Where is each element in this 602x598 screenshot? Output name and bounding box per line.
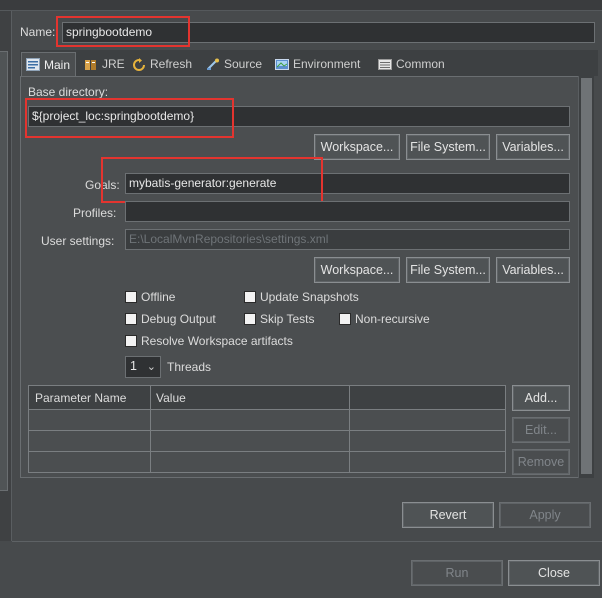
user-settings-input[interactable]: E:\LocalMvnRepositories\settings.xml	[125, 229, 570, 250]
left-panel-edge	[0, 11, 12, 541]
debug-output-label: Debug Output	[141, 312, 216, 326]
tab-main-label: Main	[44, 57, 71, 72]
offline-checkbox[interactable]: Offline	[125, 290, 175, 304]
offline-label: Offline	[141, 290, 176, 304]
vertical-scrollbar[interactable]	[578, 76, 594, 478]
tab-environment-label: Environment	[293, 57, 361, 71]
update-snapshots-label: Update Snapshots	[260, 290, 359, 304]
tab-jre-label: JRE	[102, 57, 125, 71]
scrollbar-thumb[interactable]	[581, 78, 592, 474]
debug-output-box[interactable]	[125, 313, 137, 325]
debug-output-checkbox[interactable]: Debug Output	[125, 312, 216, 326]
column-divider	[349, 386, 350, 472]
environment-icon	[275, 58, 289, 71]
skip-tests-box[interactable]	[244, 313, 256, 325]
base-directory-label: Base directory:	[28, 85, 109, 99]
profiles-input[interactable]	[125, 201, 570, 222]
settings-variables-button[interactable]: Variables...	[496, 257, 570, 283]
source-icon	[206, 58, 220, 71]
base-workspace-button[interactable]: Workspace...	[314, 134, 400, 160]
main-tab-icon	[26, 58, 40, 71]
table-row-line	[29, 451, 505, 452]
non-recursive-checkbox[interactable]: Non-recursive	[339, 312, 430, 326]
base-variables-button[interactable]: Variables...	[496, 134, 570, 160]
skip-tests-checkbox[interactable]: Skip Tests	[244, 312, 314, 326]
tab-jre[interactable]: JRE	[80, 52, 129, 76]
revert-button[interactable]: Revert	[402, 502, 494, 528]
tab-main[interactable]: Main	[21, 52, 76, 76]
tab-refresh[interactable]: Refresh	[128, 52, 196, 76]
footer-separator	[12, 541, 602, 542]
tab-source[interactable]: Source	[202, 52, 266, 76]
window-top-strip	[0, 0, 602, 11]
chevron-down-icon: ⌄	[146, 361, 156, 373]
jre-icon	[84, 58, 98, 71]
apply-button[interactable]: Apply	[499, 502, 591, 528]
non-recursive-box[interactable]	[339, 313, 351, 325]
update-snapshots-box[interactable]	[244, 291, 256, 303]
left-panel-list	[0, 51, 8, 491]
settings-file-system-button[interactable]: File System...	[406, 257, 490, 283]
offline-box[interactable]	[125, 291, 137, 303]
name-input[interactable]: springbootdemo	[62, 22, 595, 43]
resolve-workspace-label: Resolve Workspace artifacts	[141, 334, 293, 348]
goals-label: Goals:	[85, 178, 120, 192]
goals-input[interactable]: mybatis-generator:generate	[125, 173, 570, 194]
non-recursive-label: Non-recursive	[355, 312, 430, 326]
threads-label: Threads	[167, 360, 212, 374]
settings-workspace-button[interactable]: Workspace...	[314, 257, 400, 283]
tab-bar: Main JRE Refresh Source Environment Comm…	[20, 50, 598, 76]
refresh-icon	[132, 57, 146, 71]
tab-environment[interactable]: Environment	[271, 52, 364, 76]
add-parameter-button[interactable]: Add...	[512, 385, 570, 411]
tab-common[interactable]: Common	[374, 52, 449, 76]
base-file-system-button[interactable]: File System...	[406, 134, 490, 160]
parameter-table[interactable]: Parameter Name Value	[28, 385, 506, 473]
user-settings-label: User settings:	[41, 234, 115, 248]
name-label: Name:	[20, 25, 56, 39]
tab-common-label: Common	[396, 57, 445, 71]
common-icon	[378, 58, 392, 71]
parameter-name-header[interactable]: Parameter Name	[35, 391, 126, 405]
resolve-workspace-checkbox[interactable]: Resolve Workspace artifacts	[125, 334, 293, 348]
base-directory-input[interactable]: ${project_loc:springbootdemo}	[28, 106, 570, 127]
resolve-workspace-box[interactable]	[125, 335, 137, 347]
value-header[interactable]: Value	[156, 391, 186, 405]
threads-value: 1	[130, 359, 137, 373]
update-snapshots-checkbox[interactable]: Update Snapshots	[244, 290, 359, 304]
tab-refresh-label: Refresh	[150, 57, 193, 71]
run-button[interactable]: Run	[411, 560, 503, 586]
skip-tests-label: Skip Tests	[260, 312, 315, 326]
threads-select[interactable]: 1 ⌄	[125, 356, 161, 378]
close-button[interactable]: Close	[508, 560, 600, 586]
column-divider	[150, 386, 151, 472]
table-row-line	[29, 430, 505, 431]
remove-parameter-button[interactable]: Remove	[512, 449, 570, 475]
profiles-label: Profiles:	[73, 206, 117, 220]
tab-source-label: Source	[224, 57, 263, 71]
edit-parameter-button[interactable]: Edit...	[512, 417, 570, 443]
